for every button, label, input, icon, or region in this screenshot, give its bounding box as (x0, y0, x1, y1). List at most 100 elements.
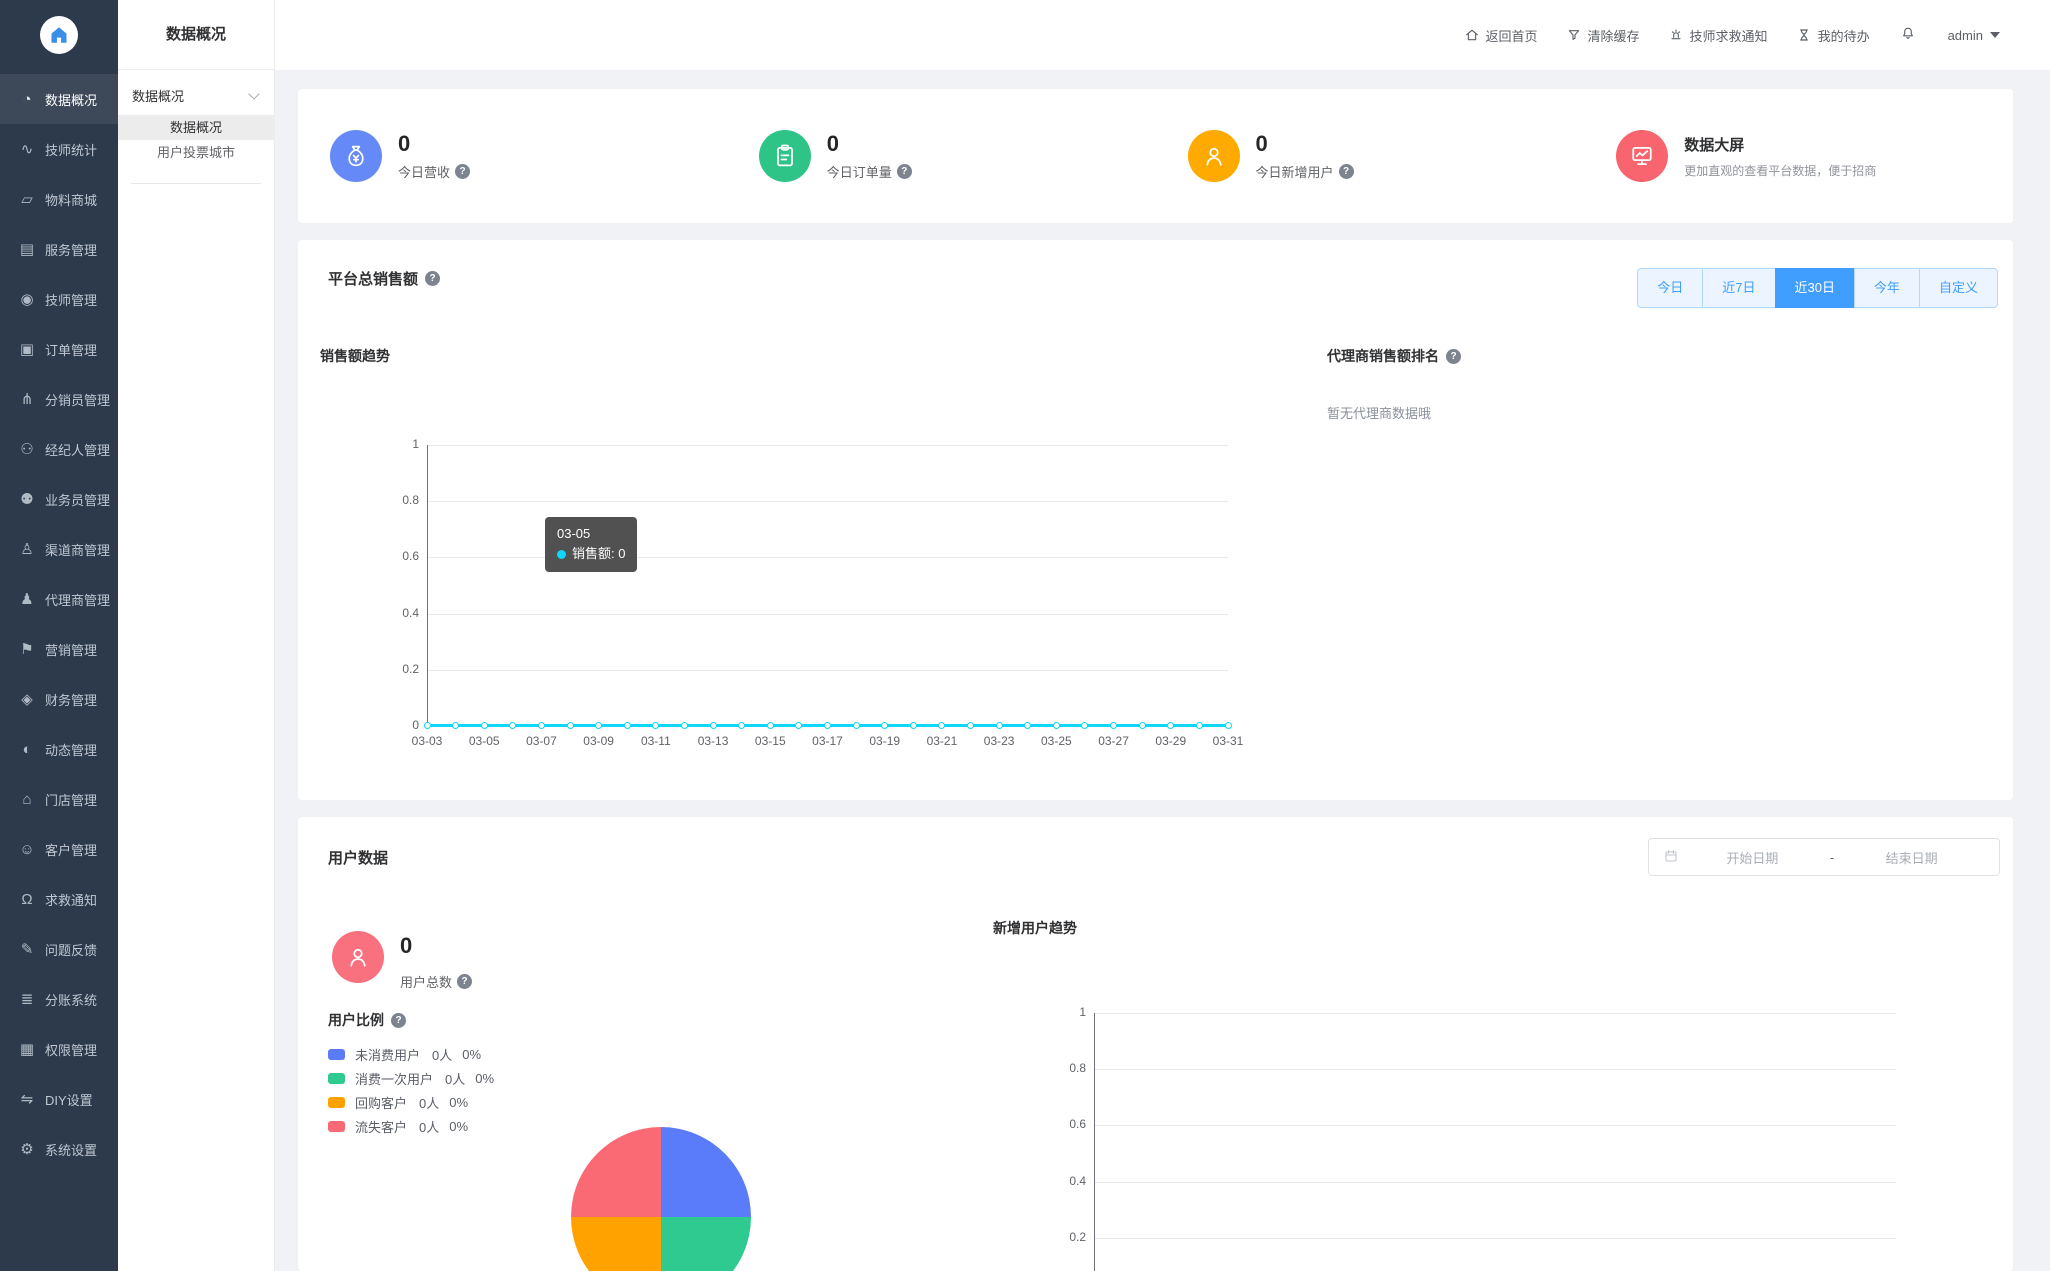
sidebar-item-2[interactable]: ∿ 技师统计 (0, 124, 118, 174)
user-menu[interactable]: admin (1948, 28, 2000, 43)
sidebar-item-3[interactable]: ▱ 物料商城 (0, 174, 118, 224)
sidebar-item-label: 服务管理 (45, 242, 98, 258)
sidebar-item-20[interactable]: ▦ 权限管理 (0, 1024, 118, 1074)
data-point[interactable] (1024, 722, 1032, 729)
submenu-item[interactable]: 用户投票城市 (118, 140, 274, 165)
help-icon[interactable] (896, 164, 912, 180)
sidebar-item-12[interactable]: ⚑ 营销管理 (0, 624, 118, 674)
today-revenue-label: 今日营收 (398, 165, 451, 181)
data-point[interactable] (738, 722, 746, 729)
data-point[interactable] (566, 722, 574, 729)
data-point[interactable] (1167, 722, 1175, 729)
sidebar-item-label: 物料商城 (45, 192, 98, 208)
distributor-tree-icon: ⋔ (20, 391, 34, 408)
today-new-users-label: 今日新增用户 (1255, 165, 1334, 181)
data-point[interactable] (595, 722, 603, 729)
app-logo[interactable] (0, 0, 118, 70)
sidebar-item-label: 业务员管理 (45, 492, 111, 508)
header-link[interactable]: 返回首页 (1464, 26, 1538, 45)
data-point[interactable] (537, 722, 545, 729)
sidebar-item-14[interactable]: ◐ 动态管理 (0, 724, 118, 774)
user-icon (1187, 130, 1240, 182)
help-icon[interactable] (1338, 164, 1354, 180)
data-point[interactable] (881, 722, 889, 729)
sidebar-item-17[interactable]: Ω 求救通知 (0, 874, 118, 924)
sidebar-item-21[interactable]: ⇋ DIY设置 (0, 1074, 118, 1124)
submenu-panel: 数据概况 数据概况 数据概况 用户投票城市 (118, 0, 275, 1271)
data-point[interactable] (1138, 722, 1146, 729)
sidebar-item-10[interactable]: ♙ 渠道商管理 (0, 524, 118, 574)
data-point[interactable] (680, 722, 688, 729)
help-icon[interactable] (1446, 348, 1461, 364)
sidebar-item-22[interactable]: ⚙ 系统设置 (0, 1124, 118, 1174)
sidebar-item-1[interactable]: ◔ 数据概况 (0, 74, 118, 124)
sidebar-item-11[interactable]: ♟ 代理商管理 (0, 574, 118, 624)
submenu-title: 数据概况 (118, 0, 274, 70)
data-point[interactable] (1081, 722, 1089, 729)
data-point[interactable] (995, 722, 1003, 729)
y-axis-tick: 0.6 (1069, 1117, 1086, 1132)
data-point[interactable] (795, 722, 803, 729)
sidebar-item-7[interactable]: ⋔ 分销员管理 (0, 374, 118, 424)
x-axis-tick: 03-21 (926, 734, 958, 748)
data-point[interactable] (423, 722, 431, 729)
data-point[interactable] (652, 722, 660, 729)
username-label: admin (1947, 27, 1983, 43)
sidebar-item-5[interactable]: ◉ 技师管理 (0, 274, 118, 324)
data-point[interactable] (766, 722, 774, 729)
data-point[interactable] (938, 722, 946, 729)
sidebar-item-16[interactable]: ☺ 客户管理 (0, 824, 118, 874)
today-revenue-value: 0 (398, 130, 411, 156)
data-screen-card[interactable]: 数据大屏 更加直观的查看平台数据，便于招商 (1584, 130, 2013, 182)
sidebar-item-label: 门店管理 (45, 792, 98, 808)
sidebar-item-label: 营销管理 (45, 642, 98, 658)
header-link-label: 返回首页 (1485, 28, 1538, 44)
gridline (427, 669, 1228, 671)
data-point[interactable] (909, 722, 917, 729)
data-point[interactable] (480, 722, 488, 729)
notification-bell-button[interactable] (1900, 25, 1916, 46)
header-link-label: 技师求救通知 (1689, 28, 1768, 44)
data-point[interactable] (824, 722, 831, 729)
data-point[interactable] (852, 722, 860, 729)
data-point[interactable] (509, 722, 517, 729)
feedback-pencil-icon: ✎ (20, 941, 34, 958)
sidebar-item-9[interactable]: ⚉ 业务员管理 (0, 474, 118, 524)
data-point[interactable] (1052, 722, 1060, 729)
stats-panel: 0 今日营收 0 今日订单量 0 今日新增用户 (298, 89, 2013, 223)
header-link[interactable]: 技师求救通知 (1668, 26, 1768, 45)
data-point[interactable] (623, 722, 631, 729)
sidebar-item-15[interactable]: ⌂ 门店管理 (0, 774, 118, 824)
series-dot-icon (557, 549, 566, 559)
sidebar-item-13[interactable]: ◈ 财务管理 (0, 674, 118, 724)
sidebar-item-6[interactable]: ▣ 订单管理 (0, 324, 118, 374)
sidebar-item-label: 数据概况 (45, 92, 98, 108)
funnel-icon (1566, 27, 1582, 43)
data-point[interactable] (1195, 722, 1203, 729)
data-point[interactable] (1224, 722, 1232, 729)
gridline (1094, 1069, 1896, 1071)
gridline (427, 445, 1228, 446)
data-point[interactable] (452, 722, 460, 729)
sidebar-item-4[interactable]: ▤ 服务管理 (0, 224, 118, 274)
chevron-down-icon (248, 87, 260, 100)
agent-user-icon: ♟ (20, 591, 34, 608)
data-point[interactable] (967, 722, 975, 729)
help-icon[interactable] (455, 164, 471, 180)
submenu-group-toggle[interactable]: 数据概况 (118, 70, 274, 115)
header-link-label: 清除缓存 (1587, 28, 1640, 44)
sidebar-item-label: 经纪人管理 (45, 442, 111, 458)
x-axis-tick: 03-13 (697, 734, 729, 748)
header-link[interactable]: 我的待办 (1796, 26, 1870, 45)
data-point[interactable] (1110, 722, 1118, 729)
bell-icon (1900, 25, 1916, 46)
y-axis-tick: 0.8 (1069, 1061, 1086, 1076)
submenu-item[interactable]: 数据概况 (118, 115, 274, 140)
sidebar-item-18[interactable]: ✎ 问题反馈 (0, 924, 118, 974)
sidebar-item-8[interactable]: ⚇ 经纪人管理 (0, 424, 118, 474)
siren-icon (1668, 27, 1684, 43)
header-link[interactable]: 清除缓存 (1566, 26, 1640, 45)
data-point[interactable] (709, 722, 717, 729)
home-icon (1464, 27, 1480, 43)
sidebar-item-19[interactable]: ≣ 分账系统 (0, 974, 118, 1024)
